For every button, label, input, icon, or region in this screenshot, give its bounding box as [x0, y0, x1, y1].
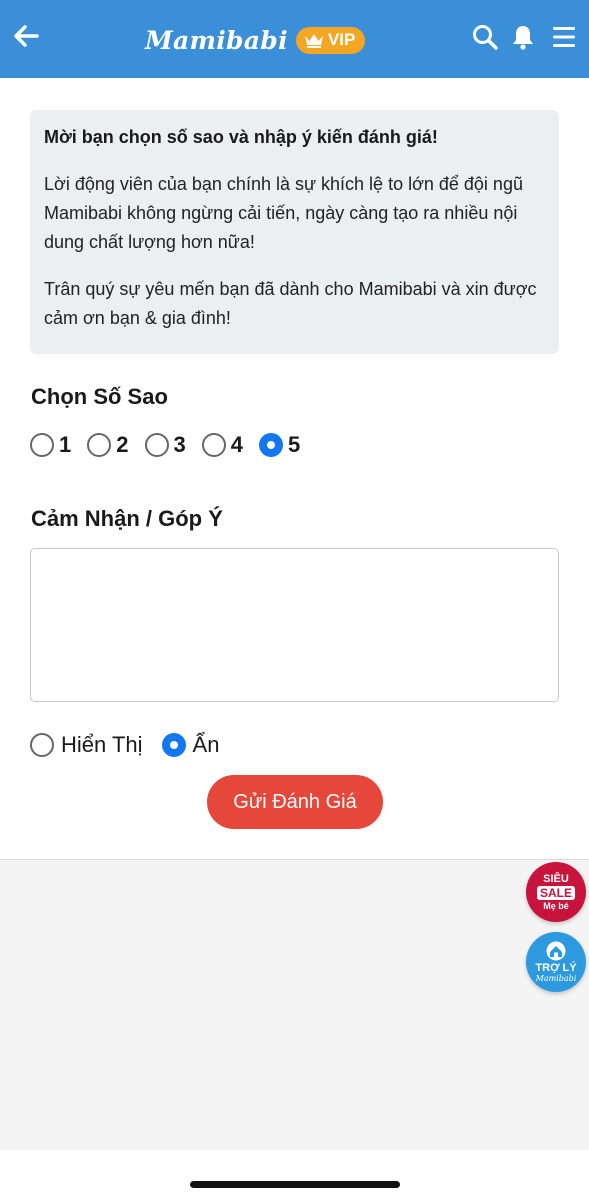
home-indicator[interactable]: [190, 1181, 400, 1188]
radio-button[interactable]: [87, 433, 112, 457]
vip-label: VIP: [327, 30, 356, 49]
rating-option-label: 4: [230, 432, 243, 457]
search-icon[interactable]: [470, 22, 500, 52]
radio-button[interactable]: [144, 433, 169, 457]
radio-button[interactable]: [30, 733, 54, 757]
logo-text: Mamibabi: [145, 25, 288, 55]
app-header: Mamibabi VIP: [0, 0, 589, 78]
rating-option-label: 3: [173, 432, 186, 457]
rating-option-2[interactable]: 2: [87, 432, 129, 458]
home-icon: [546, 941, 566, 961]
visibility-option-hide[interactable]: Ẩn: [161, 732, 220, 758]
rating-option-label: 2: [116, 432, 129, 457]
intro-box: Mời bạn chọn số sao và nhập ý kiến đánh …: [30, 110, 559, 354]
vip-badge[interactable]: VIP: [295, 26, 366, 54]
feedback-textarea[interactable]: [30, 548, 559, 702]
radio-button-selected[interactable]: [259, 433, 283, 457]
star-rating-group: 1 2 3 4 5: [30, 432, 316, 458]
rating-option-1[interactable]: 1: [30, 432, 71, 458]
rating-title: Chọn Số Sao: [31, 384, 168, 409]
logo[interactable]: Mamibabi VIP: [145, 20, 366, 60]
menu-icon[interactable]: [549, 22, 579, 52]
rating-option-label: 5: [288, 432, 301, 457]
visibility-label: Hiển Thị: [61, 732, 143, 757]
sale-line-3: Mẹ bé: [543, 900, 569, 911]
rating-option-4[interactable]: 4: [201, 432, 243, 458]
rating-option-5[interactable]: 5: [259, 432, 300, 458]
radio-button[interactable]: [30, 433, 54, 457]
rating-option-label: 1: [59, 432, 72, 457]
radio-button[interactable]: [201, 433, 226, 457]
radio-button-selected[interactable]: [161, 733, 186, 757]
intro-paragraph-1: Lời động viên của bạn chính là sự khích …: [44, 174, 523, 252]
rating-option-3[interactable]: 3: [144, 432, 186, 458]
sale-line-1: SIÊU: [543, 872, 569, 885]
intro-heading: Mời bạn chọn số sao và nhập ý kiến đánh …: [44, 127, 438, 147]
assistant-float-button[interactable]: TRỢ LÝ Mamibabi: [526, 932, 586, 992]
intro-paragraph-2: Trân quý sự yêu mến bạn đã dành cho Mami…: [44, 279, 537, 328]
assistant-line-2: Mamibabi: [535, 974, 577, 983]
back-arrow-icon[interactable]: [10, 20, 42, 52]
feedback-title: Cảm Nhận / Góp Ý: [31, 506, 223, 531]
visibility-option-show[interactable]: Hiển Thị: [30, 732, 143, 758]
visibility-group: Hiển Thị Ẩn: [30, 732, 238, 758]
sale-line-2: SALE: [536, 885, 575, 900]
review-form: Mời bạn chọn số sao và nhập ý kiến đánh …: [0, 78, 589, 860]
visibility-label: Ẩn: [192, 732, 220, 757]
bottom-safe-area: [0, 1150, 589, 1200]
submit-review-button[interactable]: Gửi Đánh Giá: [207, 775, 383, 829]
crown-icon: [304, 34, 323, 48]
sale-float-button[interactable]: SIÊU SALE Mẹ bé: [526, 862, 586, 922]
assistant-line-1: TRỢ LÝ: [535, 962, 577, 974]
bell-icon[interactable]: [508, 22, 538, 52]
